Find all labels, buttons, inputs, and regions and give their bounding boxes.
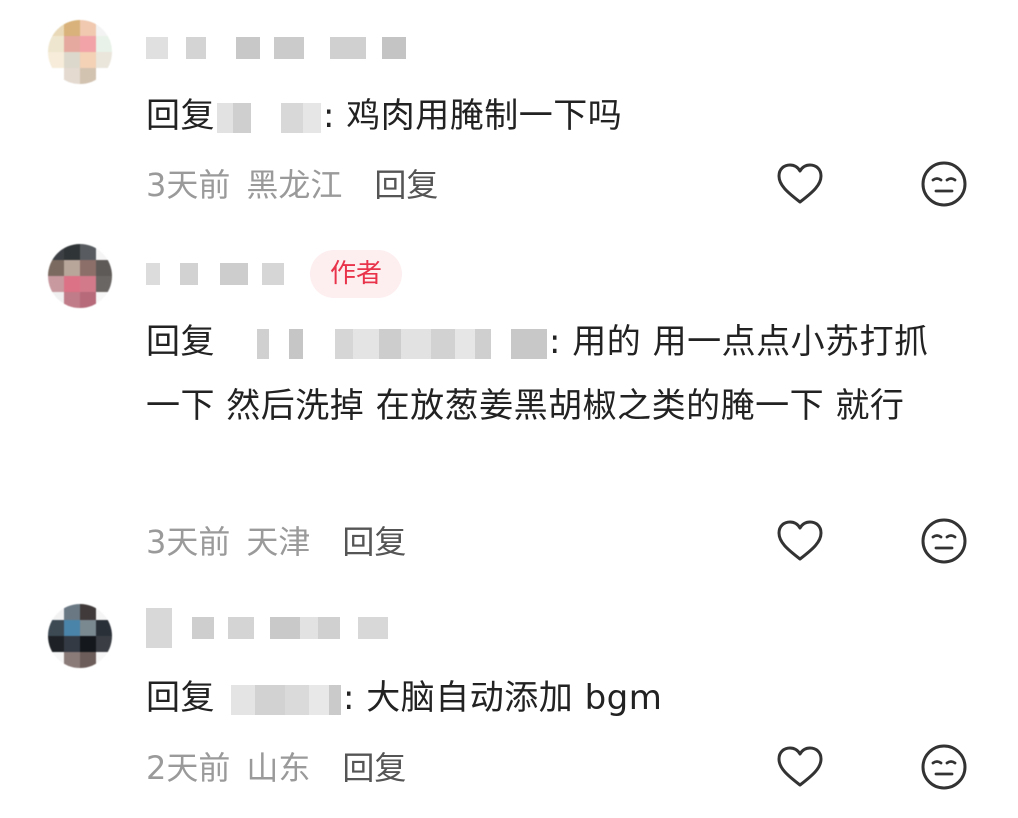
redacted-username [146, 263, 284, 285]
meh-face-icon [921, 161, 967, 207]
reply-button[interactable]: 回复 [342, 517, 406, 563]
username[interactable]: 作者 [146, 250, 403, 298]
redacted-mention [217, 328, 547, 359]
heart-outline-icon [777, 520, 823, 561]
reply-button[interactable]: 回复 [374, 160, 438, 206]
comment-meta: 3天前 黑龙江 回复 [146, 158, 978, 208]
meh-face-icon [921, 744, 967, 790]
like-button[interactable] [776, 743, 824, 791]
username[interactable] [146, 24, 406, 72]
timestamp: 3天前 [146, 523, 231, 561]
meh-face-icon [921, 518, 967, 564]
redacted-username [146, 608, 388, 648]
location: 黑龙江 [246, 166, 343, 204]
timestamp: 2天前 [146, 749, 231, 787]
redacted-mention [217, 102, 321, 133]
author-badge: 作者 [310, 250, 403, 298]
avatar[interactable] [48, 20, 112, 84]
comment-text: 回复 : 大脑自动添加 bgm [146, 666, 958, 730]
avatar[interactable] [48, 244, 112, 308]
reply-button[interactable]: 回复 [342, 743, 406, 789]
dislike-button[interactable] [920, 517, 968, 565]
comment-meta: 2天前 山东 回复 [146, 741, 978, 791]
like-button[interactable] [776, 517, 824, 565]
avatar[interactable] [48, 604, 112, 668]
like-button[interactable] [776, 160, 824, 208]
heart-outline-icon [777, 746, 823, 787]
reply-prefix: 回复 [146, 96, 215, 136]
heart-outline-icon [777, 163, 823, 204]
redacted-username [146, 37, 406, 59]
location: 山东 [246, 749, 311, 787]
comment-body: : 鸡肉用腌制一下吗 [323, 96, 623, 136]
reply-prefix: 回复 [146, 678, 215, 718]
comment-body: : 大脑自动添加 bgm [343, 678, 663, 718]
comment-text: 回复 : 鸡肉用腌制一下吗 [146, 84, 958, 148]
comment-text: 回复: 用的 用一点点小苏打抓一下 然后洗掉 在放葱姜黑胡椒之类的腌一下 就行 [146, 310, 958, 438]
comment-meta: 3天前 天津 回复 [146, 515, 978, 565]
location: 天津 [246, 523, 311, 561]
dislike-button[interactable] [920, 160, 968, 208]
redacted-mention [217, 684, 341, 715]
timestamp: 3天前 [146, 166, 231, 204]
username[interactable] [146, 604, 388, 652]
reply-prefix: 回复 [146, 322, 215, 362]
dislike-button[interactable] [920, 743, 968, 791]
